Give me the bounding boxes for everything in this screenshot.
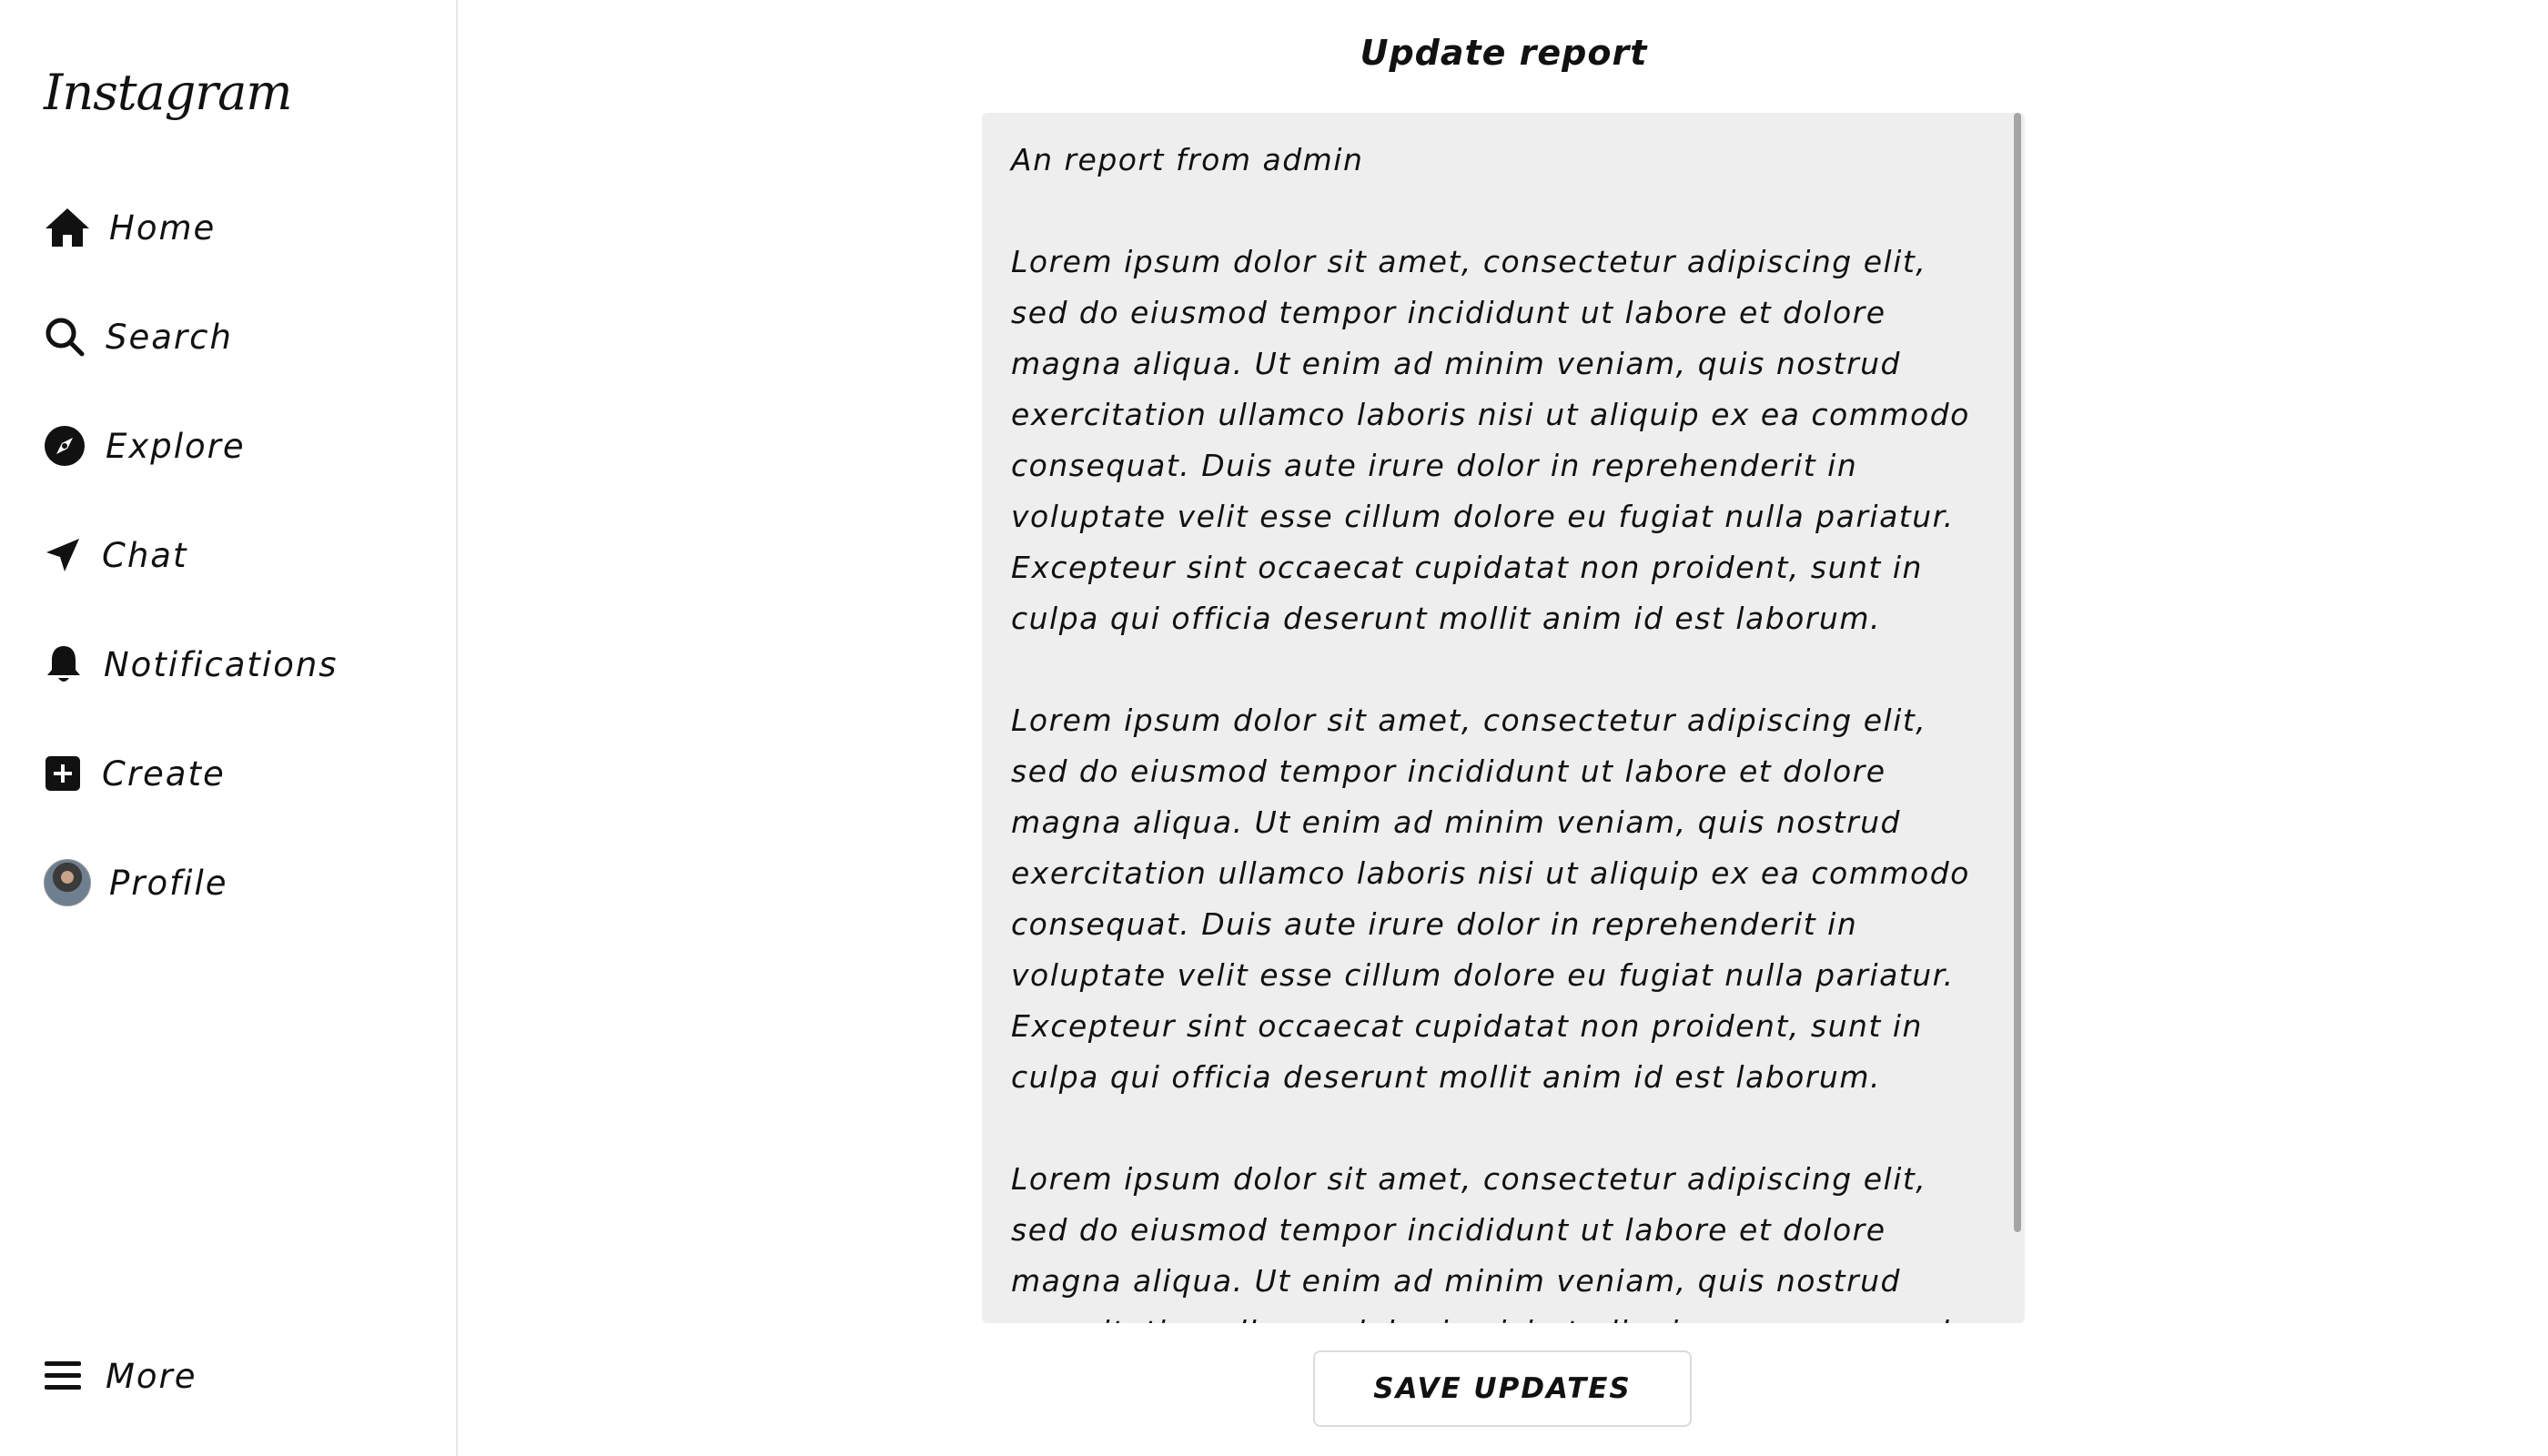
menu-icon (44, 1352, 82, 1400)
sidebar-item-label: More (106, 1356, 197, 1396)
search-icon (44, 313, 86, 360)
sidebar-item-notifications[interactable]: Notifications (44, 632, 339, 696)
home-icon (44, 204, 91, 251)
scrollbar[interactable] (2010, 113, 2025, 1323)
avatar (44, 859, 91, 906)
sidebar-item-label: Notifications (104, 644, 339, 684)
sidebar-item-create[interactable]: Create (44, 742, 226, 805)
sidebar-item-chat[interactable]: Chat (44, 523, 187, 587)
sidebar-item-search[interactable]: Search (44, 305, 233, 369)
sidebar-item-more[interactable]: More (44, 1344, 197, 1408)
sidebar-item-label: Chat (102, 535, 188, 575)
main-content: Update report An report from admin Lorem… (460, 0, 2548, 1456)
plus-square-icon (44, 750, 82, 797)
sidebar-item-label: Home (109, 207, 217, 248)
sidebar-item-label: Profile (109, 863, 228, 903)
page-title: Update report (1360, 33, 1648, 73)
report-text[interactable]: An report from admin Lorem ipsum dolor s… (982, 113, 2010, 1323)
report-textarea[interactable]: An report from admin Lorem ipsum dolor s… (982, 113, 2025, 1323)
scrollbar-thumb[interactable] (2014, 113, 2021, 1232)
compass-icon (44, 422, 86, 470)
sidebar: Instagram Home Search Explore Chat Notif… (0, 0, 458, 1456)
sidebar-item-label: Explore (106, 426, 246, 466)
save-updates-button[interactable]: SAVE UPDATES (1313, 1350, 1692, 1427)
sidebar-item-label: Create (102, 753, 226, 794)
sidebar-item-home[interactable]: Home (44, 196, 216, 259)
send-icon (44, 531, 82, 579)
sidebar-item-explore[interactable]: Explore (44, 414, 246, 478)
instagram-logo[interactable]: Instagram (44, 64, 292, 121)
sidebar-item-profile[interactable]: Profile (44, 851, 228, 915)
bell-icon (44, 641, 84, 688)
sidebar-item-label: Search (106, 317, 233, 357)
